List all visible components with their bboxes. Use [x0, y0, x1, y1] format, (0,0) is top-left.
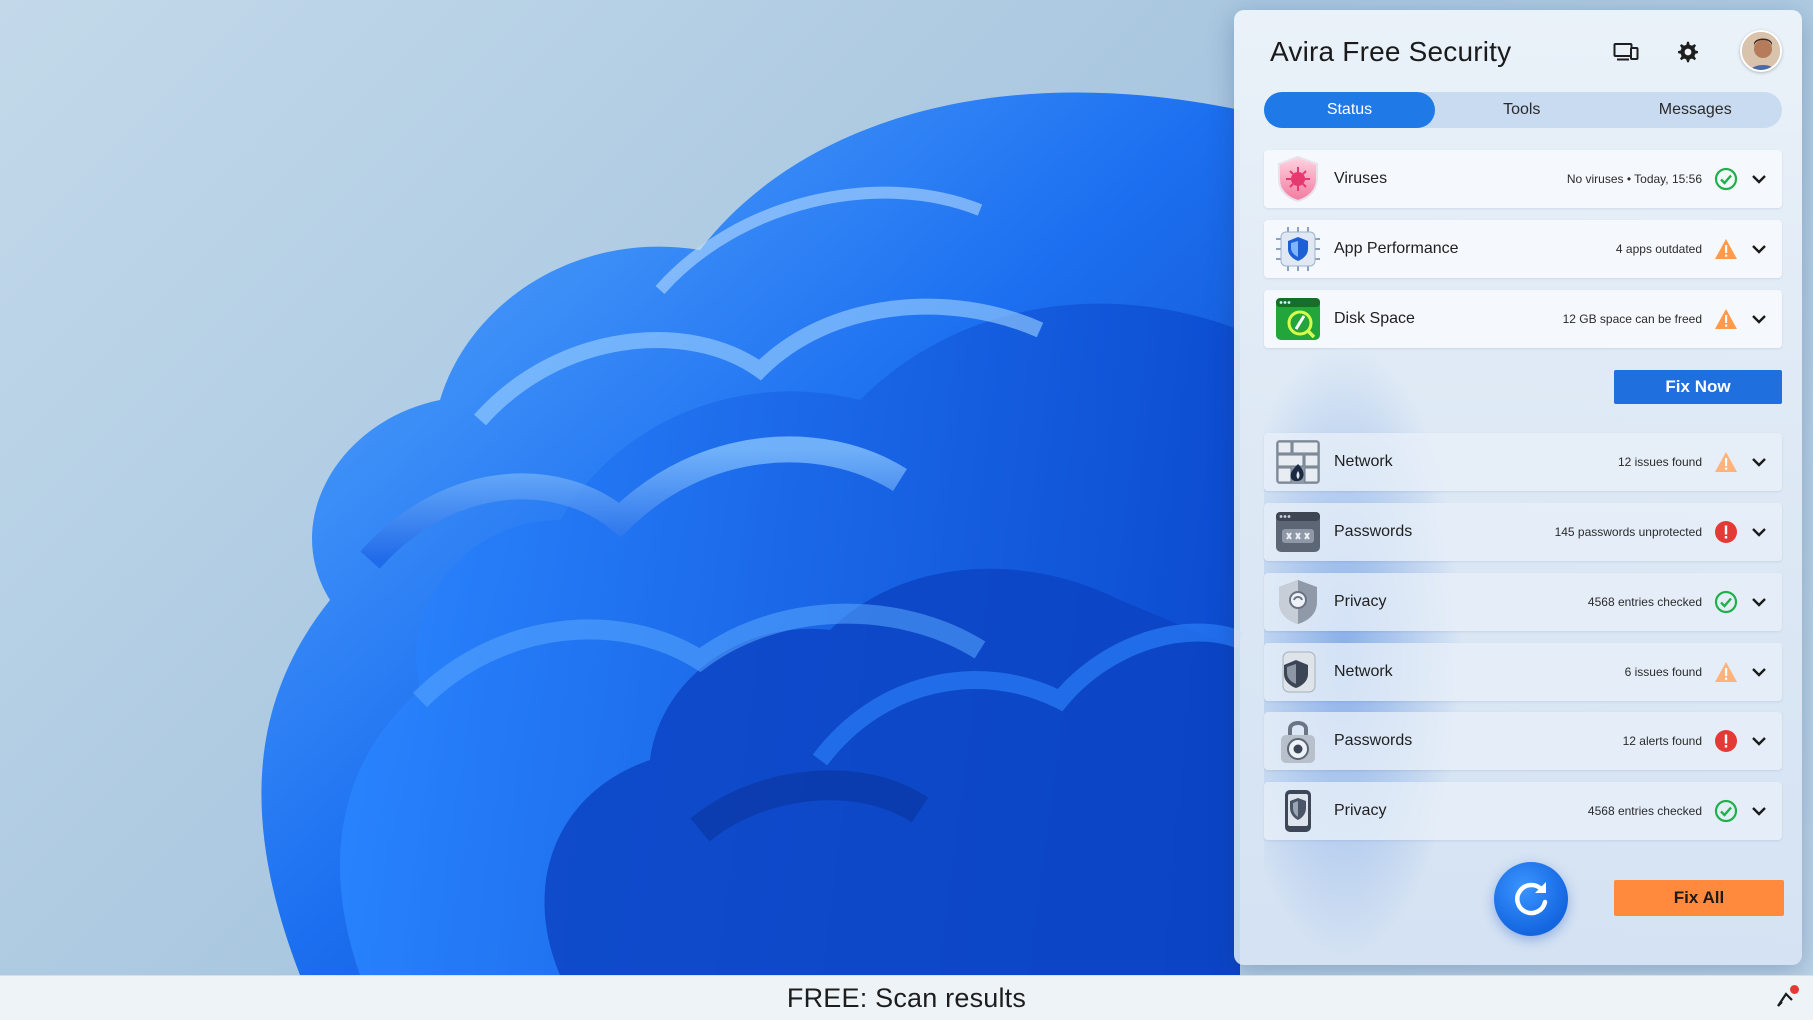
- status-row-network-2[interactable]: Network 6 issues found: [1264, 643, 1782, 701]
- disk-space-icon: [1272, 293, 1324, 345]
- privacy-shield-icon: [1272, 576, 1324, 628]
- notification-badge: [1790, 985, 1799, 994]
- row-status-text: No viruses • Today, 15:56: [1566, 172, 1702, 186]
- error-circle-icon: [1714, 520, 1738, 544]
- status-row-network[interactable]: Network 12 issues found: [1264, 433, 1782, 491]
- status-row-passwords[interactable]: Passwords 145 passwords unprotected: [1264, 503, 1782, 561]
- refresh-button[interactable]: [1494, 862, 1568, 936]
- row-status-text: 6 issues found: [1624, 665, 1702, 679]
- fix-now-button[interactable]: Fix Now: [1614, 370, 1782, 404]
- error-circle-icon: [1714, 729, 1738, 753]
- gear-icon[interactable]: [1674, 38, 1702, 66]
- warning-triangle-icon: [1714, 237, 1738, 261]
- warning-triangle-icon: [1714, 660, 1738, 684]
- row-label: Passwords: [1334, 523, 1413, 540]
- row-label: Viruses: [1334, 170, 1388, 187]
- row-label: Network: [1334, 663, 1393, 680]
- chevron-down-icon[interactable]: [1748, 308, 1770, 330]
- avira-app-window: Avira Free Security Status Tools Message…: [1234, 10, 1802, 965]
- row-status-text: 12 issues found: [1617, 455, 1702, 469]
- main-tabs: Status Tools Messages: [1264, 92, 1782, 128]
- warning-triangle-icon: [1714, 307, 1738, 331]
- chevron-down-icon[interactable]: [1748, 591, 1770, 613]
- tab-status[interactable]: Status: [1264, 92, 1435, 128]
- avatar[interactable]: [1740, 30, 1782, 72]
- row-status-text: 145 passwords unprotected: [1554, 525, 1702, 539]
- row-status-text: 12 GB space can be freed: [1562, 312, 1702, 326]
- refresh-icon: [1515, 882, 1548, 916]
- chevron-down-icon[interactable]: [1748, 168, 1770, 190]
- row-label: Network: [1334, 453, 1393, 470]
- network-shield-icon: [1272, 646, 1324, 698]
- chevron-down-icon[interactable]: [1748, 800, 1770, 822]
- status-row-app-performance[interactable]: App Performance 4 apps outdated: [1264, 220, 1782, 278]
- row-label: Privacy: [1334, 593, 1387, 610]
- row-status-text: 12 alerts found: [1622, 734, 1702, 748]
- row-label: Privacy: [1334, 802, 1387, 819]
- warning-triangle-icon: [1714, 450, 1738, 474]
- status-row-privacy[interactable]: Privacy 4568 entries checked: [1264, 573, 1782, 631]
- firewall-icon: [1272, 436, 1324, 488]
- chevron-down-icon[interactable]: [1748, 521, 1770, 543]
- taskbar: FREE: Scan results: [0, 975, 1813, 1020]
- row-status-text: 4 apps outdated: [1615, 242, 1702, 256]
- virus-shield-icon: [1272, 153, 1324, 205]
- devices-icon[interactable]: [1612, 38, 1640, 66]
- tab-messages[interactable]: Messages: [1609, 92, 1783, 128]
- fix-all-button[interactable]: Fix All: [1614, 880, 1784, 916]
- password-manager-icon: [1272, 506, 1324, 558]
- row-label: App Performance: [1334, 240, 1459, 257]
- check-circle-icon: [1714, 799, 1738, 823]
- chevron-down-icon[interactable]: [1748, 661, 1770, 683]
- check-circle-icon: [1714, 590, 1738, 614]
- phone-shield-icon: [1272, 785, 1324, 837]
- tab-tools[interactable]: Tools: [1435, 92, 1609, 128]
- row-label: Disk Space: [1334, 310, 1415, 327]
- status-row-privacy-2[interactable]: Privacy 4568 entries checked: [1264, 782, 1782, 840]
- chevron-down-icon[interactable]: [1748, 238, 1770, 260]
- check-circle-icon: [1714, 167, 1738, 191]
- row-status-text: 4568 entries checked: [1587, 804, 1702, 818]
- row-status-text: 4568 entries checked: [1587, 595, 1702, 609]
- chevron-down-icon[interactable]: [1748, 730, 1770, 752]
- chevron-down-icon[interactable]: [1748, 451, 1770, 473]
- status-row-viruses[interactable]: Viruses No viruses • Today, 15:56: [1264, 150, 1782, 208]
- app-title: Avira Free Security: [1270, 36, 1512, 67]
- taskbar-title: FREE: Scan results: [786, 982, 1027, 1013]
- status-row-disk-space[interactable]: Disk Space 12 GB space can be freed: [1264, 290, 1782, 348]
- lock-eye-icon: [1272, 715, 1324, 767]
- status-row-passwords-2[interactable]: Passwords 12 alerts found: [1264, 712, 1782, 770]
- chip-shield-icon: [1272, 223, 1324, 275]
- row-label: Passwords: [1334, 732, 1413, 749]
